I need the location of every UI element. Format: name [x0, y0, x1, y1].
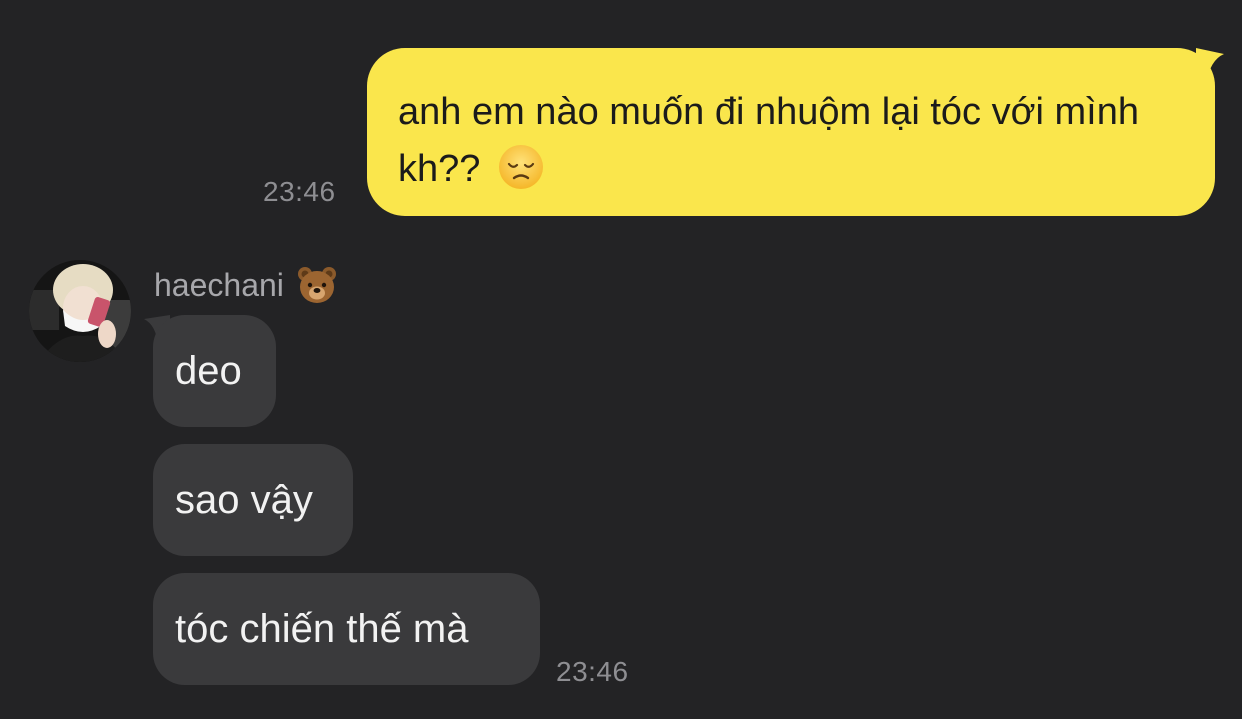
incoming-message-text: tóc chiến thế mà	[175, 607, 469, 651]
disappointed-face-icon	[498, 145, 543, 189]
incoming-message-bubble[interactable]: sao vậy	[153, 444, 353, 556]
incoming-message-text: sao vậy	[175, 478, 313, 522]
bear-face-icon	[297, 267, 336, 303]
sender-avatar[interactable]	[29, 260, 131, 362]
outgoing-timestamp: 23:46	[263, 176, 336, 207]
incoming-message-text: deo	[175, 349, 242, 393]
incoming-message-bubble[interactable]: deo	[153, 315, 276, 427]
outgoing-bubble-tail	[1196, 48, 1224, 84]
avatar-photo	[29, 260, 131, 362]
outgoing-message-bubble[interactable]: anh em nào muốn đi nhuộm lại tóc với mìn…	[367, 48, 1215, 216]
sender-name: haechani	[154, 266, 284, 303]
sender-name-row[interactable]: haechani	[154, 264, 338, 306]
incoming-message-bubble[interactable]: tóc chiến thế mà	[153, 573, 540, 685]
chat-view: anh em nào muốn đi nhuộm lại tóc với mìn…	[0, 0, 1242, 719]
incoming-timestamp: 23:46	[556, 656, 629, 687]
